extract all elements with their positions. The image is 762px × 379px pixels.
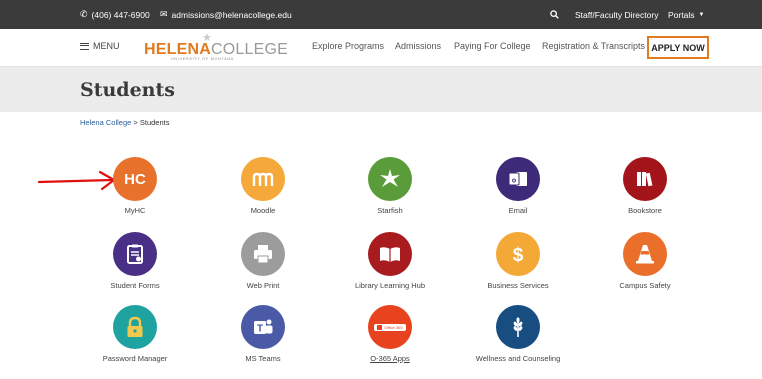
staff-directory-link[interactable]: Staff/Faculty Directory	[575, 0, 658, 29]
myhc-icon: HC	[113, 157, 157, 201]
phone-icon: ✆	[80, 9, 88, 19]
tile-moodle[interactable]: Moodle	[203, 157, 323, 217]
open-book-icon	[368, 232, 412, 276]
page-title: Students	[80, 79, 175, 101]
tile-password-manager[interactable]: Password Manager	[75, 305, 195, 365]
logo-wordmark: HELENACOLLEGE	[144, 39, 288, 59]
nav-admissions[interactable]: Admissions	[395, 41, 441, 51]
search-icon	[550, 10, 559, 19]
svg-text:T: T	[257, 324, 263, 335]
nav-registration-transcripts[interactable]: Registration & Transcripts	[542, 41, 645, 51]
tile-label: Password Manager	[102, 354, 168, 363]
tile-bookstore[interactable]: Bookstore	[585, 157, 705, 217]
tile-ms-teams[interactable]: T MS Teams	[203, 305, 323, 365]
outlook-icon: o	[496, 157, 540, 201]
nav-explore-programs[interactable]: Explore Programs	[312, 41, 384, 51]
tile-business-services[interactable]: $ Business Services	[458, 232, 578, 292]
tile-email[interactable]: o Email	[458, 157, 578, 217]
main-nav: MENU ★ HELENACOLLEGE UNIVERSITY OF MONTA…	[0, 29, 762, 67]
tile-label: Email	[508, 206, 528, 215]
tile-label: Library Learning Hub	[354, 281, 426, 290]
logo-bold-text: HELENA	[144, 41, 211, 58]
menu-button[interactable]: MENU	[80, 41, 120, 51]
office-logo-icon	[377, 324, 383, 330]
tile-label: O-365 Apps	[370, 354, 410, 363]
starfish-icon	[368, 157, 412, 201]
helena-college-logo[interactable]: ★ HELENACOLLEGE UNIVERSITY OF MONTANA	[144, 32, 288, 63]
tile-label: Student Forms	[110, 281, 160, 290]
dollar-icon: $	[496, 232, 540, 276]
phone-link[interactable]: ✆ (406) 447-6900	[80, 0, 150, 29]
apply-now-button[interactable]: APPLY NOW	[647, 36, 709, 59]
tile-myhc[interactable]: HC MyHC	[75, 157, 195, 217]
tile-wellness-counseling[interactable]: Wellness and Counseling	[458, 305, 578, 365]
tile-o365-apps[interactable]: Office 365 O-365 Apps	[330, 305, 450, 365]
tile-student-forms[interactable]: Student Forms	[75, 232, 195, 292]
tile-starfish[interactable]: Starfish	[330, 157, 450, 217]
tile-label: Moodle	[250, 206, 276, 215]
top-utility-bar: ✆ (406) 447-6900 ✉ admissions@helenacoll…	[0, 0, 762, 29]
wheat-icon	[496, 305, 540, 349]
svg-text:$: $	[513, 245, 524, 266]
envelope-icon: ✉	[160, 9, 168, 19]
breadcrumb-home-link[interactable]: Helena College	[80, 118, 131, 127]
tile-campus-safety[interactable]: Campus Safety	[585, 232, 705, 292]
teams-icon: T	[241, 305, 285, 349]
tile-label: Wellness and Counseling	[475, 354, 561, 363]
phone-number: (406) 447-6900	[91, 9, 150, 20]
portals-dropdown[interactable]: Portals ▼	[668, 0, 704, 29]
tile-label: Starfish	[377, 206, 403, 215]
portals-label: Portals	[668, 9, 695, 20]
email-link[interactable]: ✉ admissions@helenacollege.edu	[160, 0, 292, 29]
search-button[interactable]	[550, 0, 559, 29]
tile-label: MyHC	[124, 206, 146, 215]
tile-label: Business Services	[487, 281, 549, 290]
tile-label: Bookstore	[628, 206, 662, 215]
moodle-icon	[241, 157, 285, 201]
tile-library-learning-hub[interactable]: Library Learning Hub	[330, 232, 450, 292]
tile-label: MS Teams	[245, 354, 281, 363]
logo-subtitle: UNIVERSITY OF MONTANA	[171, 57, 234, 61]
myhc-icon-text: HC	[124, 170, 146, 188]
clipboard-icon	[113, 232, 157, 276]
hamburger-icon	[80, 42, 89, 50]
office-badge-text: Office 365	[384, 324, 403, 330]
caret-down-icon: ▼	[698, 11, 705, 18]
nav-paying-for-college[interactable]: Paying For College	[454, 41, 531, 51]
tile-label: Web Print	[246, 281, 280, 290]
breadcrumb-current: Students	[139, 118, 170, 127]
breadcrumb: Helena College > Students	[80, 118, 169, 127]
books-icon	[623, 157, 667, 201]
menu-label: MENU	[93, 41, 120, 51]
svg-text:o: o	[512, 178, 516, 185]
office-badge: Office 365	[374, 323, 406, 331]
breadcrumb-separator: >	[133, 118, 138, 127]
traffic-cone-icon	[623, 232, 667, 276]
email-address: admissions@helenacollege.edu	[171, 9, 292, 20]
tile-label: Campus Safety	[619, 281, 671, 290]
printer-icon	[241, 232, 285, 276]
logo-light-text: COLLEGE	[210, 41, 288, 58]
office-icon: Office 365	[368, 305, 412, 349]
staff-directory-label: Staff/Faculty Directory	[575, 9, 659, 20]
tile-web-print[interactable]: Web Print	[203, 232, 323, 292]
padlock-icon	[113, 305, 157, 349]
